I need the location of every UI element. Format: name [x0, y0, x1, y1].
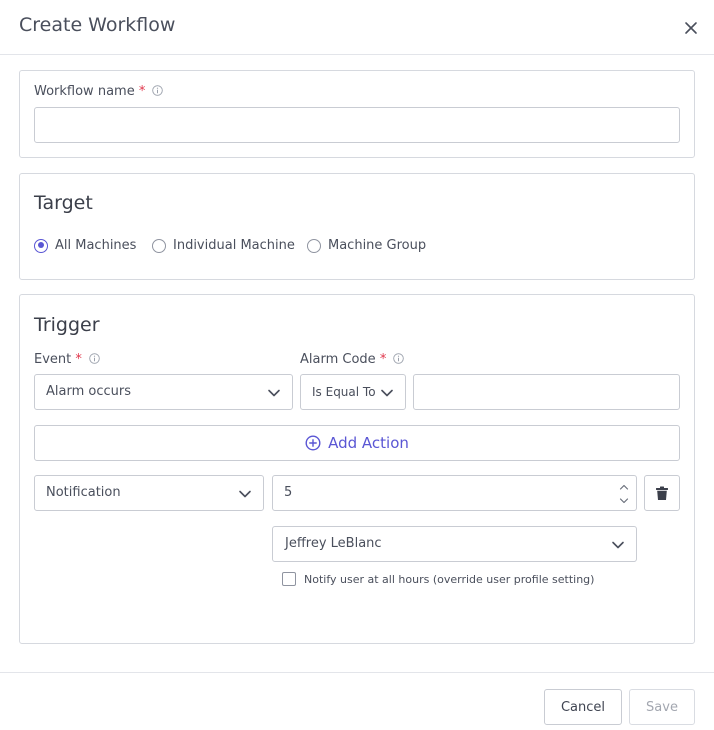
radio-all-machines[interactable]: All Machines [34, 238, 136, 253]
plus-circle-icon [305, 435, 321, 451]
operator-select[interactable]: Is Equal To [300, 374, 406, 410]
alarm-code-input[interactable] [413, 374, 680, 410]
save-button[interactable]: Save [629, 689, 695, 725]
workflow-name-card: Workflow name * [19, 70, 695, 158]
radio-checked-icon [34, 238, 48, 253]
chevron-down-icon [239, 490, 251, 498]
alarm-code-label: Alarm Code * [300, 352, 405, 367]
info-icon [152, 85, 164, 96]
radio-unchecked-icon [152, 238, 166, 253]
add-action-button[interactable]: Add Action [34, 425, 680, 461]
close-icon [685, 22, 697, 34]
trigger-title: Trigger [34, 314, 100, 336]
cancel-button[interactable]: Cancel [544, 689, 622, 725]
chevron-down-icon [612, 541, 624, 549]
close-button[interactable] [680, 17, 702, 39]
modal-footer: Cancel Save [0, 672, 714, 730]
trigger-card: Trigger Event * Alarm Code * Alarm occur… [19, 294, 695, 644]
target-card: Target All Machines Individual Machine M… [19, 173, 695, 280]
spinner-arrows-icon[interactable] [619, 482, 629, 506]
required-mark: * [138, 84, 146, 99]
user-select[interactable]: Jeffrey LeBlanc [272, 526, 637, 562]
target-title: Target [34, 192, 93, 214]
event-label: Event * [34, 352, 100, 367]
info-icon [393, 353, 405, 364]
checkbox-icon [282, 572, 296, 586]
modal-title: Create Workflow [19, 14, 176, 36]
radio-unchecked-icon [307, 238, 321, 253]
modal-header: Create Workflow [0, 0, 714, 55]
chevron-down-icon [380, 386, 394, 400]
workflow-name-label: Workflow name * [34, 84, 164, 99]
delete-action-button[interactable] [644, 475, 680, 511]
required-mark: * [379, 352, 387, 367]
radio-machine-group[interactable]: Machine Group [307, 238, 426, 253]
notify-all-hours-checkbox[interactable]: Notify user at all hours (override user … [282, 572, 594, 586]
workflow-name-input[interactable] [34, 107, 680, 143]
trash-icon [656, 486, 668, 500]
chevron-down-icon [268, 389, 280, 397]
event-select[interactable]: Alarm occurs [34, 374, 293, 410]
radio-individual-machine[interactable]: Individual Machine [152, 238, 295, 253]
required-mark: * [75, 352, 82, 367]
action-type-select[interactable]: Notification [34, 475, 264, 511]
number-input[interactable]: 5 [272, 475, 637, 511]
info-icon [89, 353, 100, 364]
